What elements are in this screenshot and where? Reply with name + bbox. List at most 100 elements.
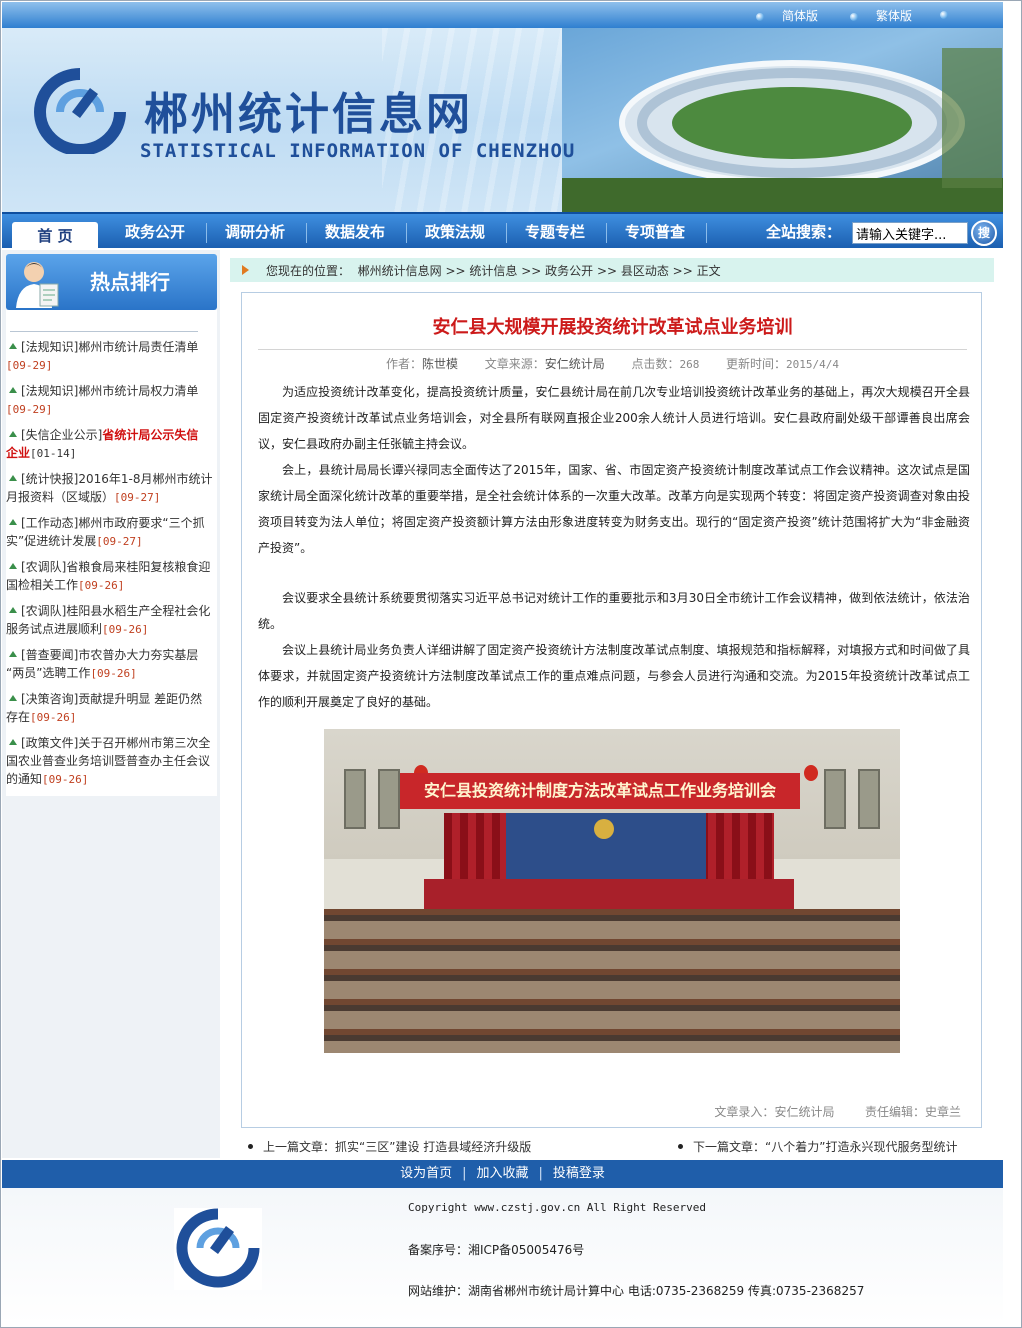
hot-item-category[interactable]: [失信企业公示] [21, 428, 102, 442]
search-label: 全站搜索： [766, 223, 842, 241]
hot-item[interactable]: [普查要闻]市农普办大力夯实基层 “两员”选聘工作[09-26] [6, 646, 217, 683]
submit-login-link[interactable]: 投稿登录 [553, 1166, 605, 1181]
footer-separator: | [538, 1166, 543, 1181]
next-label: 下一篇文章： [693, 1140, 766, 1154]
footer-links: 设为首页 | 加入收藏 | 投稿登录 [2, 1160, 1003, 1188]
bullet-triangle-icon [9, 563, 17, 569]
footer-maintainer: 网站维护：湖南省郴州市统计局计算中心 电话:0735-2368259 传真:07… [408, 1284, 865, 1298]
hot-item-title-cont[interactable]: 存在 [6, 710, 30, 724]
bullet-triangle-icon [9, 695, 17, 701]
footer-icp: 备案序号：湘ICP备05005476号 [408, 1243, 585, 1257]
hot-item-title[interactable]: [统计快报]2016年1-8月郴州市统计 [21, 472, 213, 486]
nav-home[interactable]: 首 页 [12, 222, 98, 250]
hot-item[interactable]: [农调队]桂阳县水稻生产全程社会化 服务试点进展顺利[09-26] [6, 602, 217, 639]
nav-government-affairs[interactable]: 政务公开 [105, 216, 205, 248]
article-paragraph: 会议要求全县统计系统要贯彻落实习近平总书记对统计工作的重要批示和3月30日全市统… [258, 591, 970, 631]
banner-stadium-image [562, 28, 1003, 212]
lang-simplified-label[interactable]: 简体版 [782, 9, 818, 23]
hot-item-title-cont[interactable]: “两员”选聘工作 [6, 666, 90, 680]
hot-item-title[interactable]: [工作动态]郴州市政府要求“三个抓 [21, 516, 205, 530]
bullet-dot-icon [850, 13, 858, 21]
site-subtitle: STATISTICAL INFORMATION OF CHENZHOU [140, 140, 576, 162]
hot-item-title[interactable]: [法规知识]郴州市统计局责任清单 [21, 340, 198, 354]
hot-item[interactable]: [法规知识]郴州市统计局权力清单 [09-29] [6, 382, 217, 419]
top-bar: 简体版 繁体版 [2, 2, 1003, 28]
article-footer: 文章录入：安仁统计局 责任编辑：史章兰 [714, 1103, 961, 1120]
set-homepage-link[interactable]: 设为首页 [400, 1166, 452, 1181]
hot-item[interactable]: [失信企业公示]省统计局公示失信 企业[01-14] [6, 426, 217, 463]
hot-item-date: [09-27] [114, 491, 161, 504]
avatar-icon [16, 262, 59, 308]
prev-article-link[interactable]: 抓实“三区”建设 打造县域经济升级版 [335, 1140, 531, 1154]
hot-item-title-cont[interactable]: 国农业普查业务培训暨普查办主任会议 [6, 754, 210, 768]
hot-item[interactable]: [统计快报]2016年1-8月郴州市统计 月报资料（区域版）[09-27] [6, 470, 217, 507]
hot-item-title-cont[interactable]: 国检相关工作 [6, 578, 78, 592]
breadcrumb-arrow-icon [242, 265, 249, 275]
bullet-triangle-icon [9, 651, 17, 657]
bullet-triangle-icon [9, 739, 17, 745]
hot-item-title[interactable]: [农调队]桂阳县水稻生产全程社会化 [21, 604, 210, 618]
add-favorite-link[interactable]: 加入收藏 [476, 1166, 528, 1181]
hot-item[interactable]: [政策文件]关于召开郴州市第三次全 国农业普查业务培训暨普查办主任会议 的通知[… [6, 734, 217, 789]
photo-podium [424, 879, 794, 911]
hot-item[interactable]: [法规知识]郴州市统计局责任清单 [09-29] [6, 338, 217, 375]
hot-item-title-cont[interactable]: 企业 [6, 446, 30, 460]
hot-item-title-cont[interactable]: 的通知 [6, 772, 42, 786]
hot-item-date: [09-29] [6, 359, 53, 372]
hot-item-title[interactable]: 省统计局公示失信 [102, 428, 198, 442]
hits-label: 点击数： [631, 357, 680, 371]
updated-value: 2015/4/4 [786, 358, 840, 371]
bullet-triangle-icon [9, 519, 17, 525]
logo-icon [176, 1208, 260, 1288]
hot-item[interactable]: [工作动态]郴州市政府要求“三个抓 实”促进统计发展[09-27] [6, 514, 217, 551]
next-article-link[interactable]: “八个着力”打造永兴现代服务型统计 [765, 1140, 957, 1154]
hot-item-title[interactable]: [决策咨询]贡献提升明显 差距仍然 [21, 692, 202, 706]
bullet-triangle-icon [9, 343, 17, 349]
editor-label: 责任编辑： [864, 1105, 925, 1119]
search-button[interactable]: 搜 [971, 220, 997, 246]
hot-item-title[interactable]: [农调队]省粮食局来桂阳复核粮食迎 [21, 560, 210, 574]
photo-window [858, 769, 880, 829]
hot-item-title[interactable]: [法规知识]郴州市统计局权力清单 [21, 384, 198, 398]
article-meta: 作者：陈世模 文章来源：安仁统计局 点击数：268 更新时间：2015/4/4 [242, 355, 983, 372]
article-panel: 安仁县大规模开展投资统计改革试点业务培训 作者：陈世模 文章来源：安仁统计局 点… [241, 292, 982, 1128]
article-paragraph: 会议上县统计局业务负责人详细讲解了固定资产投资统计方法制度改革试点制度、填报规范… [258, 643, 970, 709]
hot-item-date: [01-14] [30, 447, 77, 460]
nav-topics[interactable]: 专题专栏 [505, 216, 605, 248]
lang-traditional-link[interactable]: 繁体版 [850, 7, 912, 24]
hot-item-date: [09-26] [30, 711, 77, 724]
nav-research[interactable]: 调研分析 [205, 216, 305, 248]
hot-item-title[interactable]: [政策文件]关于召开郴州市第三次全 [21, 736, 210, 750]
search-input[interactable] [852, 222, 968, 244]
hot-item[interactable]: [农调队]省粮食局来桂阳复核粮食迎 国检相关工作[09-26] [6, 558, 217, 595]
lang-traditional-label[interactable]: 繁体版 [876, 9, 912, 23]
bullet-dot-icon [756, 13, 764, 21]
lang-simplified-link[interactable]: 简体版 [756, 7, 818, 24]
bullet-triangle-icon [9, 475, 17, 481]
nav-data-release[interactable]: 数据发布 [305, 216, 405, 248]
breadcrumb-path[interactable]: 郴州统计信息网 >> 统计信息 >> 政务公开 >> 县区动态 >> 正文 [358, 264, 721, 278]
nav-census[interactable]: 专项普查 [605, 216, 705, 248]
article-paragraph: 为适应投资统计改革变化，提高投资统计质量，安仁县统计局在前几次专业培训投资统计改… [258, 385, 970, 451]
photo-window [378, 769, 400, 829]
hot-item-title[interactable]: [普查要闻]市农普办大力夯实基层 [21, 648, 198, 662]
entry-label: 文章录入： [714, 1105, 775, 1119]
hot-item-date: [09-26] [78, 579, 125, 592]
author-label: 作者： [385, 357, 422, 371]
sidebar-title: 热点排行 [90, 270, 170, 294]
source-label: 文章来源： [484, 357, 545, 371]
breadcrumb: 您现在的位置： 郴州统计信息网 >> 统计信息 >> 政务公开 >> 县区动态 … [230, 258, 994, 282]
hot-item-title-cont[interactable]: 月报资料（区域版） [6, 490, 114, 504]
hot-item-title-cont[interactable]: 实”促进统计发展 [6, 534, 96, 548]
hot-item-date: [09-27] [96, 535, 143, 548]
nav-separator [706, 223, 707, 243]
prev-next-nav: 上一篇文章：抓实“三区”建设 打造县域经济升级版 下一篇文章：“八个着力”打造永… [248, 1138, 978, 1155]
nav-policy[interactable]: 政策法规 [405, 216, 505, 248]
hot-item-date: [09-26] [102, 623, 149, 636]
footer-separator: | [462, 1166, 467, 1181]
article-title: 安仁县大规模开展投资统计改革试点业务培训 [432, 317, 793, 338]
hot-item[interactable]: [决策咨询]贡献提升明显 差距仍然 存在[09-26] [6, 690, 217, 727]
hot-item-title-cont[interactable]: 服务试点进展顺利 [6, 622, 102, 636]
main-nav: 首 页 政务公开 调研分析 数据发布 政策法规 专题专栏 专项普查 全站搜索： … [2, 212, 1003, 250]
footer-logo [174, 1208, 262, 1290]
